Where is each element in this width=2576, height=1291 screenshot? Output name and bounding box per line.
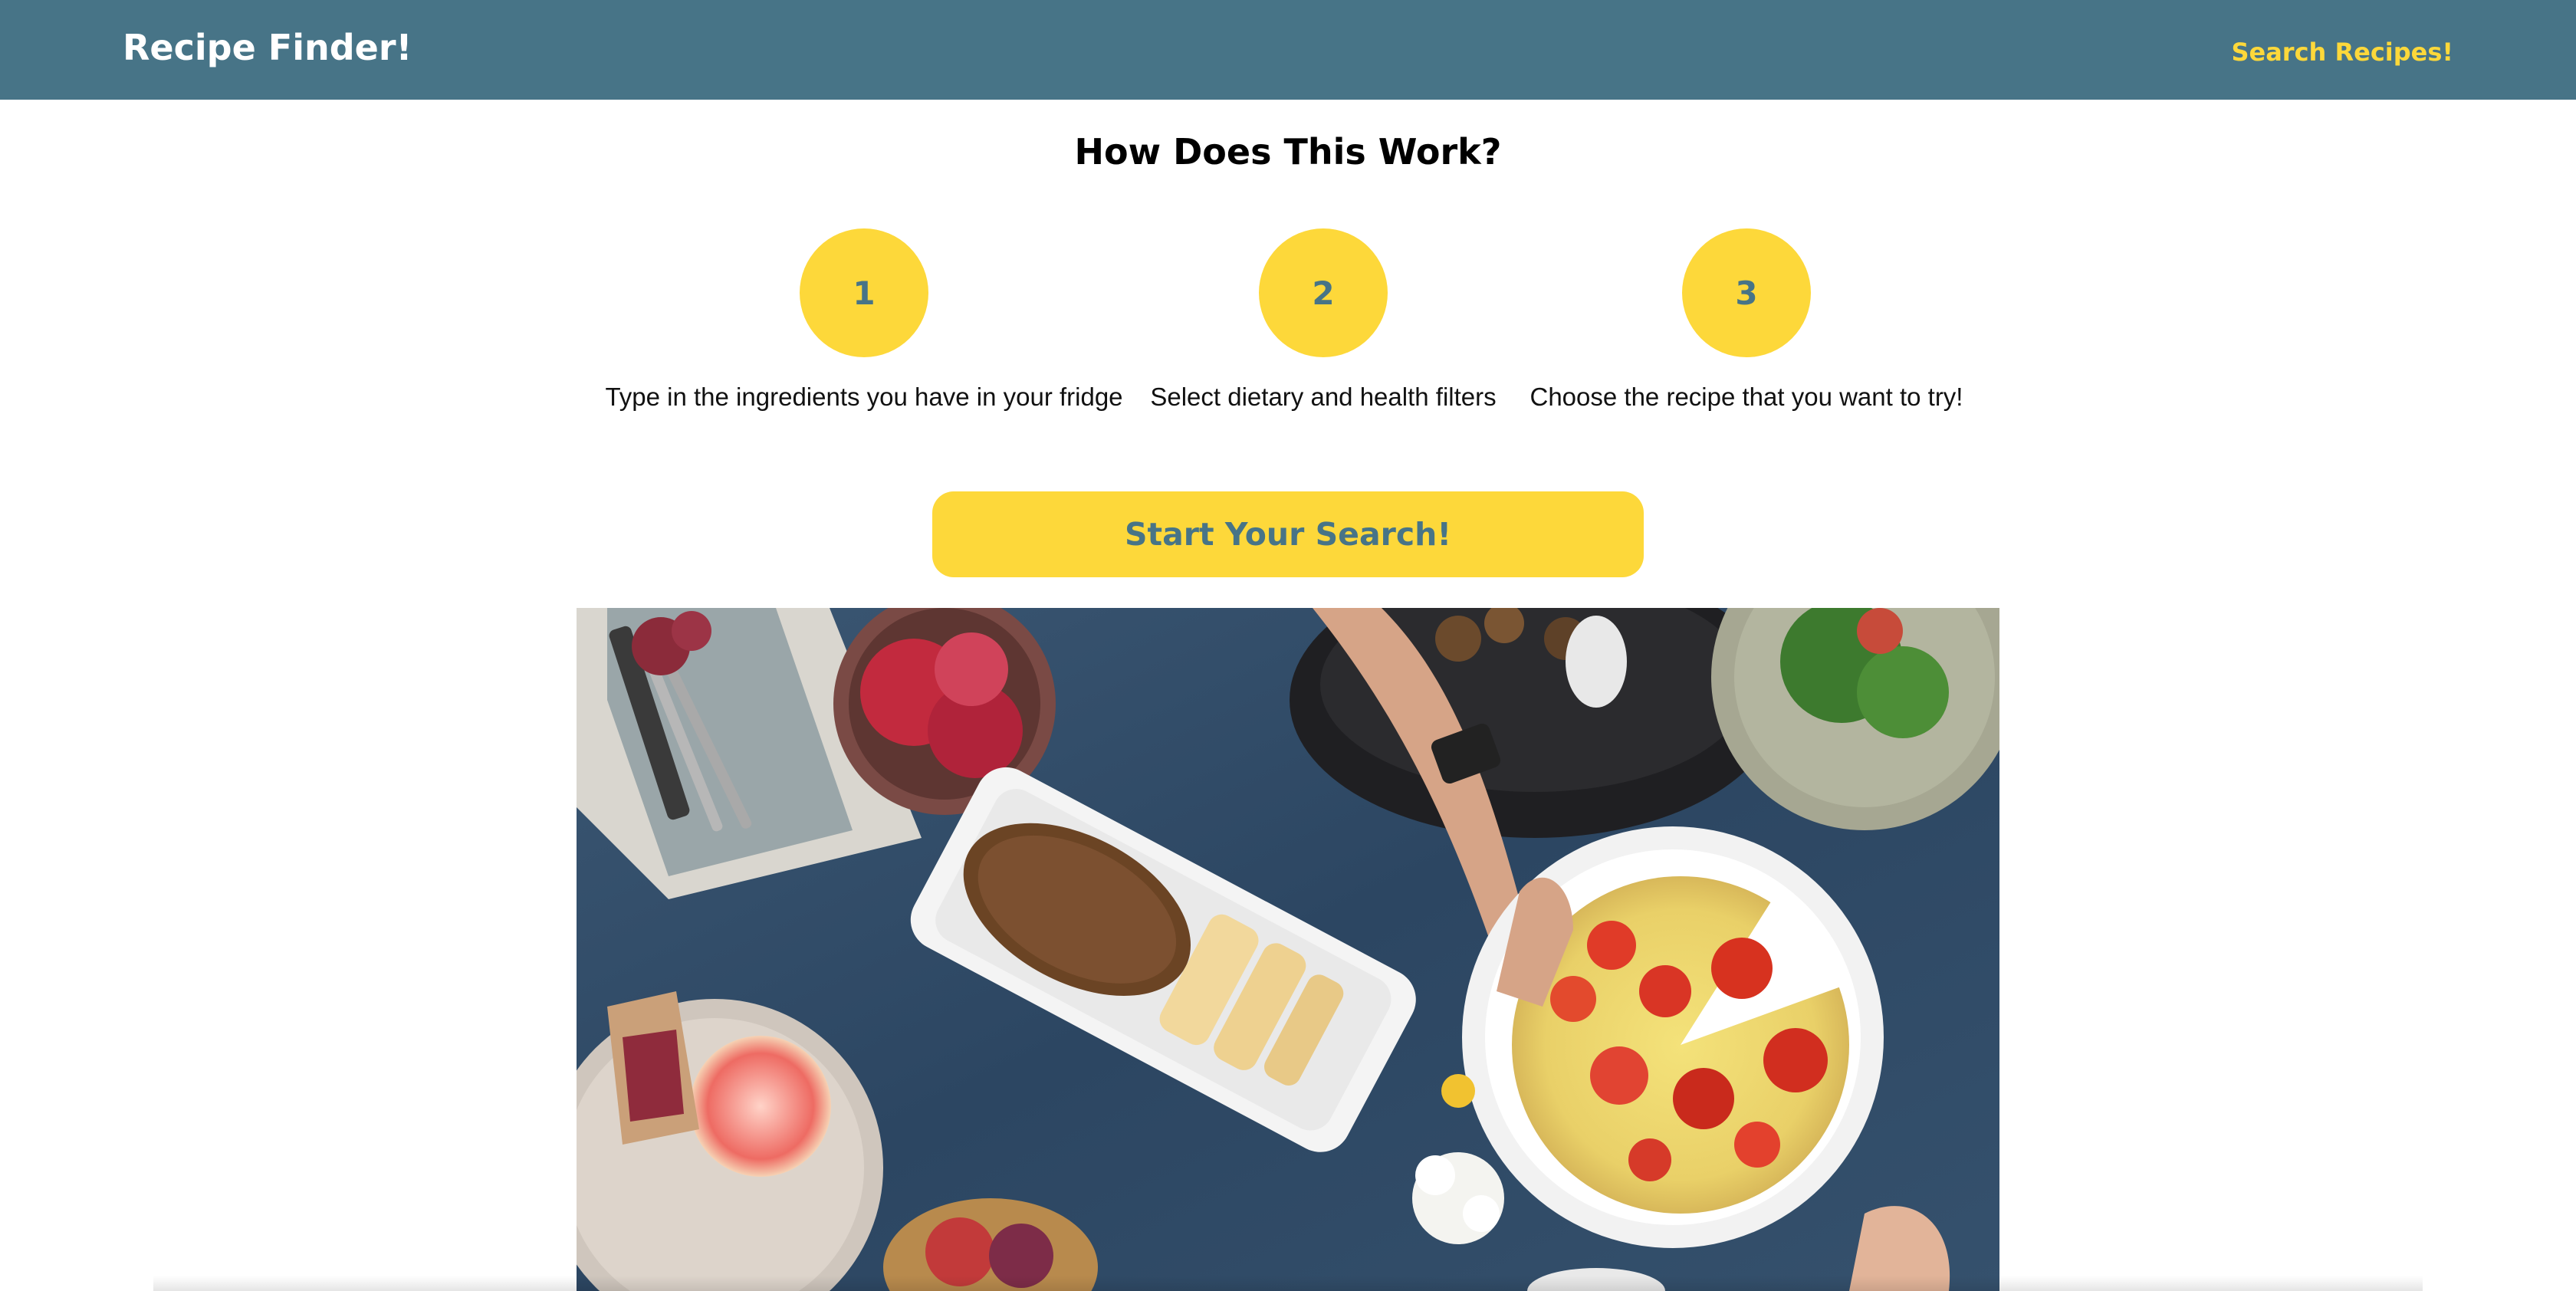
step-number-badge: 3 xyxy=(1682,228,1811,357)
navbar: Recipe Finder! Search Recipes! xyxy=(0,0,2576,100)
food-table-photo-icon xyxy=(577,608,1999,1291)
step-number-badge: 2 xyxy=(1259,228,1388,357)
step-3: 3 Choose the recipe that you want to try… xyxy=(1470,228,2022,414)
step-description: Choose the recipe that you want to try! xyxy=(1530,383,1963,411)
start-search-button[interactable]: Start Your Search! xyxy=(932,491,1644,577)
search-recipes-link[interactable]: Search Recipes! xyxy=(2231,34,2453,71)
bottom-shadow xyxy=(153,1276,2423,1291)
section-title: How Does This Work? xyxy=(1074,131,1502,172)
brand-title[interactable]: Recipe Finder! xyxy=(123,23,412,72)
step-number-badge: 1 xyxy=(800,228,928,357)
hero-food-image xyxy=(577,608,1999,1291)
